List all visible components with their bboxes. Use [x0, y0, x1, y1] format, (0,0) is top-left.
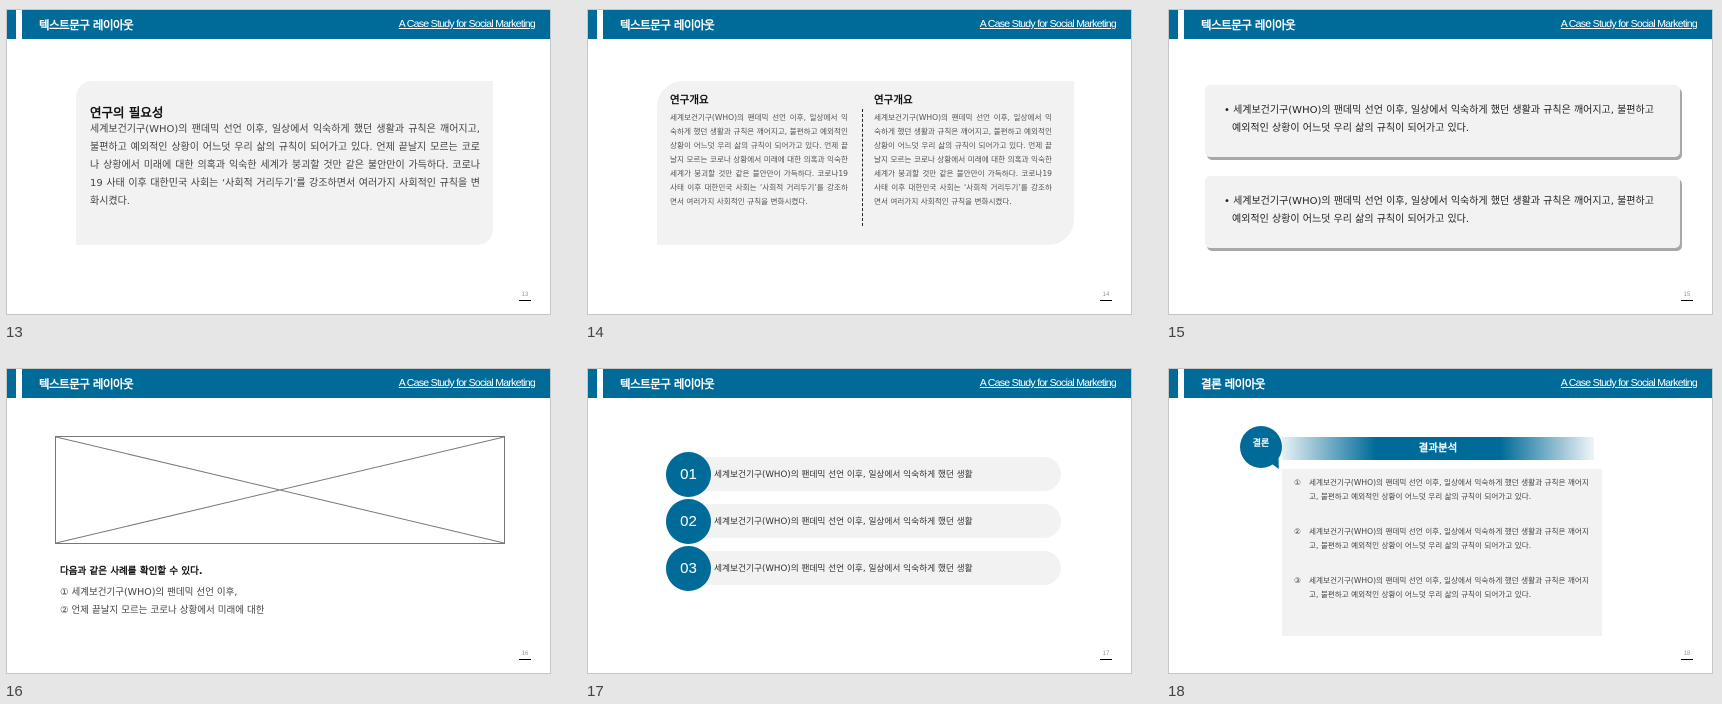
item-number: ② [1294, 527, 1301, 536]
slide-thumbnail-17[interactable]: 텍스트문구 레이아웃 A Case Study for Social Marke… [587, 368, 1132, 674]
header-title: 텍스트문구 레이아웃 [620, 18, 715, 32]
column-left: 연구개요 세계보건기구(WHO)의 팬데믹 선언 이후, 일상에서 익숙하게 했… [670, 92, 848, 209]
box-title: 연구의 필요성 [90, 105, 164, 120]
header-title: 텍스트문구 레이아웃 [1201, 18, 1296, 32]
column-body: 세계보건기구(WHO)의 팬데믹 선언 이후, 일상에서 익숙하게 했던 생활과… [874, 113, 1052, 206]
slide-header: 텍스트문구 레이아웃 A Case Study for Social Marke… [7, 369, 550, 398]
page-number: 13 [519, 292, 531, 301]
bullet-text: • 세계보건기구(WHO)의 팬데믹 선언 이후, 일상에서 익숙하게 했던 생… [1224, 105, 1654, 134]
content-box: 연구의 필요성 세계보건기구(WHO)의 팬데믹 선언 이후, 일상에서 익숙하… [76, 81, 493, 245]
page-number: 15 [1681, 292, 1693, 301]
item-text: 세계보건기구(WHO)의 팬데믹 선언 이후, 일상에서 익숙하게 했던 생활과… [1309, 527, 1589, 550]
header-link[interactable]: A Case Study for Social Marketing [399, 377, 536, 389]
step-number-badge: 01 [666, 452, 711, 497]
slide-number-label: 17 [587, 683, 604, 700]
result-item: ③ 세계보건기구(WHO)의 팬데믹 선언 이후, 일상에서 익숙하게 했던 생활… [1294, 574, 1589, 602]
column-title: 연구개요 [874, 94, 913, 106]
page-number: 17 [1100, 651, 1112, 660]
header-title: 텍스트문구 레이아웃 [620, 377, 715, 391]
page-number: 18 [1681, 651, 1693, 660]
item-text: 세계보건기구(WHO)의 팬데믹 선언 이후, 일상에서 익숙하게 했던 생활과… [1309, 478, 1589, 501]
header-link[interactable]: A Case Study for Social Marketing [980, 377, 1117, 389]
image-placeholder [55, 436, 505, 544]
slide-thumbnail-18[interactable]: 결론 레이아웃 A Case Study for Social Marketin… [1168, 368, 1713, 674]
slide-number-label: 15 [1168, 324, 1185, 341]
result-item: ② 세계보건기구(WHO)의 팬데믹 선언 이후, 일상에서 익숙하게 했던 생활… [1294, 525, 1589, 553]
slide-header: 텍스트문구 레이아웃 A Case Study for Social Marke… [7, 10, 550, 39]
slide-thumbnail-13[interactable]: 텍스트문구 레이아웃 A Case Study for Social Marke… [6, 9, 551, 315]
item-text: 세계보건기구(WHO)의 팬데믹 선언 이후, 일상에서 익숙하게 했던 생활과… [1309, 576, 1589, 599]
slide-header: 텍스트문구 레이아웃 A Case Study for Social Marke… [588, 10, 1131, 39]
item-number: ① [1294, 478, 1301, 487]
section-bar: 결과분석 [1282, 437, 1594, 460]
slide-thumbnail-16[interactable]: 텍스트문구 레이아웃 A Case Study for Social Marke… [6, 368, 551, 674]
header-title: 텍스트문구 레이아웃 [39, 18, 134, 32]
list-heading: 다음과 같은 사례를 확인할 수 있다. [60, 566, 203, 577]
slide-thumbnail-14[interactable]: 텍스트문구 레이아웃 A Case Study for Social Marke… [587, 9, 1132, 315]
step-text: 세계보건기구(WHO)의 팬데믹 선언 이후, 일상에서 익숙하게 했던 생활 [714, 517, 973, 527]
speech-bubble: 결론 [1240, 426, 1282, 468]
header-title: 텍스트문구 레이아웃 [39, 377, 134, 391]
content-box: 연구개요 세계보건기구(WHO)의 팬데믹 선언 이후, 일상에서 익숙하게 했… [657, 81, 1074, 245]
header-link[interactable]: A Case Study for Social Marketing [1561, 377, 1698, 389]
step-text: 세계보건기구(WHO)의 팬데믹 선언 이후, 일상에서 익숙하게 했던 생활 [714, 564, 973, 574]
bullet-box: • 세계보건기구(WHO)의 팬데믹 선언 이후, 일상에서 익숙하게 했던 생… [1205, 85, 1680, 157]
bullet-text: • 세계보건기구(WHO)의 팬데믹 선언 이후, 일상에서 익숙하게 했던 생… [1224, 196, 1654, 225]
step-row: 세계보건기구(WHO)의 팬데믹 선언 이후, 일상에서 익숙하게 했던 생활 [688, 504, 1061, 538]
step-number-badge: 03 [666, 546, 711, 591]
slide-header: 텍스트문구 레이아웃 A Case Study for Social Marke… [588, 369, 1131, 398]
slide-header: 결론 레이아웃 A Case Study for Social Marketin… [1169, 369, 1712, 398]
dashed-divider [862, 109, 863, 226]
step-text: 세계보건기구(WHO)의 팬데믹 선언 이후, 일상에서 익숙하게 했던 생활 [714, 470, 973, 480]
list-item: ② 언제 끝날지 모르는 코로나 상황에서 미래에 대한 [60, 605, 265, 616]
results-box: ① 세계보건기구(WHO)의 팬데믹 선언 이후, 일상에서 익숙하게 했던 생활… [1282, 469, 1602, 636]
slide-header: 텍스트문구 레이아웃 A Case Study for Social Marke… [1169, 10, 1712, 39]
bullet-box: • 세계보건기구(WHO)의 팬데믹 선언 이후, 일상에서 익숙하게 했던 생… [1205, 176, 1680, 248]
header-link[interactable]: A Case Study for Social Marketing [980, 18, 1117, 30]
item-number: ③ [1294, 576, 1301, 585]
list-item: ① 세계보건기구(WHO)의 팬데믹 선언 이후, [60, 587, 238, 598]
page-number: 14 [1100, 292, 1112, 301]
page-number: 16 [519, 651, 531, 660]
box-body: 세계보건기구(WHO)의 팬데믹 선언 이후, 일상에서 익숙하게 했던 생활과… [90, 124, 480, 207]
slide-number-label: 13 [6, 324, 23, 341]
column-body: 세계보건기구(WHO)의 팬데믹 선언 이후, 일상에서 익숙하게 했던 생활과… [670, 113, 848, 206]
placeholder-cross-icon [56, 437, 504, 543]
step-number-badge: 02 [666, 499, 711, 544]
slide-thumbnail-15[interactable]: 텍스트문구 레이아웃 A Case Study for Social Marke… [1168, 9, 1713, 315]
slide-number-label: 16 [6, 683, 23, 700]
header-link[interactable]: A Case Study for Social Marketing [1561, 18, 1698, 30]
header-title: 결론 레이아웃 [1201, 377, 1265, 391]
step-row: 세계보건기구(WHO)의 팬데믹 선언 이후, 일상에서 익숙하게 했던 생활 [688, 457, 1061, 491]
slide-number-label: 18 [1168, 683, 1185, 700]
column-title: 연구개요 [670, 94, 709, 106]
step-row: 세계보건기구(WHO)의 팬데믹 선언 이후, 일상에서 익숙하게 했던 생활 [688, 551, 1061, 585]
slide-number-label: 14 [587, 324, 604, 341]
header-link[interactable]: A Case Study for Social Marketing [399, 18, 536, 30]
column-right: 연구개요 세계보건기구(WHO)의 팬데믹 선언 이후, 일상에서 익숙하게 했… [874, 92, 1052, 209]
result-item: ① 세계보건기구(WHO)의 팬데믹 선언 이후, 일상에서 익숙하게 했던 생활… [1294, 476, 1589, 504]
